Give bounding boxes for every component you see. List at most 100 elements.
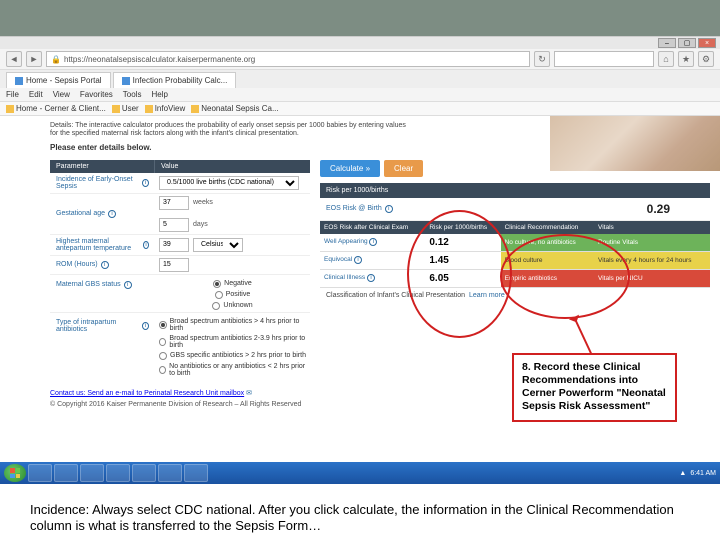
minimize-button[interactable]: – (658, 38, 676, 48)
tab-strip: Home - Sepsis Portal Infection Probabili… (0, 70, 720, 88)
row-rom: ROM (Hours)i (50, 256, 310, 275)
cell-recommendation: Blood culture (501, 251, 594, 269)
start-button[interactable] (4, 464, 26, 482)
risk-header: Risk per 1000/births (320, 183, 710, 198)
back-button[interactable]: ◄ (6, 51, 22, 67)
annotation-callout: 8. Record these Clinical Recommendations… (512, 353, 677, 422)
label-rom: ROM (Hours)i (50, 258, 155, 272)
link-icon (191, 105, 199, 113)
label-eos-risk: EOS Risk @ Birthi (320, 201, 460, 217)
taskbar-app-explorer[interactable] (54, 464, 78, 482)
clock-text: 6:41 AM (690, 470, 716, 477)
menu-favorites[interactable]: Favorites (80, 90, 113, 99)
close-button[interactable]: × (698, 38, 716, 48)
mail-icon: ✉ (246, 390, 252, 397)
input-rom[interactable] (159, 258, 189, 272)
info-icon[interactable]: i (101, 261, 109, 269)
bookmark-item[interactable]: User (112, 104, 139, 113)
taskbar-app-excel[interactable] (132, 464, 156, 482)
cell-exam-label: Well Appearing i (320, 234, 425, 252)
radio-gbs-negative[interactable]: Negative (213, 280, 252, 288)
radio-icon (159, 352, 167, 360)
system-tray[interactable]: ▲ 6:41 AM (679, 470, 716, 477)
form-header-value: Value (155, 160, 184, 173)
link-icon (112, 105, 120, 113)
callout-text: 8. Record these Clinical Recommendations… (522, 361, 666, 412)
menu-edit[interactable]: Edit (29, 90, 43, 99)
browser-chrome: – ▢ × ◄ ► 🔒 https://neonatalsepsiscalcul… (0, 36, 720, 116)
info-icon[interactable]: i (108, 210, 116, 218)
forward-button[interactable]: ► (26, 51, 42, 67)
info-icon[interactable]: i (367, 274, 375, 282)
folder-icon (6, 105, 14, 113)
table-row: Clinical Illness i6.05Empiric antibiotic… (320, 269, 710, 287)
content-columns: Parameter Value Incidence of Early-Onset… (0, 156, 720, 383)
calculate-button[interactable]: Calculate » (320, 160, 380, 177)
menu-tools[interactable]: Tools (123, 90, 142, 99)
radio-abx-broad-4[interactable]: Broad spectrum antibiotics > 4 hrs prior… (159, 318, 306, 332)
browser-search-input[interactable] (554, 51, 654, 67)
cell-recommendation: No culture, no antibiotics (501, 234, 594, 252)
row-eos-risk: EOS Risk @ Birthi 0.29 (320, 198, 710, 221)
taskbar-app-outlook[interactable] (80, 464, 104, 482)
info-icon[interactable]: i (142, 179, 149, 187)
intro-text: Details: The interactive calculator prod… (0, 116, 420, 141)
info-icon[interactable]: i (369, 238, 377, 246)
tab-home[interactable]: Home - Sepsis Portal (6, 72, 111, 88)
select-temp-unit[interactable]: Celsius (193, 238, 243, 252)
bookmark-item[interactable]: InfoView (145, 104, 186, 113)
radio-icon (213, 280, 221, 288)
learn-more-link[interactable]: Learn more (469, 292, 505, 299)
input-gest-weeks[interactable] (159, 196, 189, 210)
radio-gbs-unknown[interactable]: Unknown (212, 302, 252, 310)
menu-file[interactable]: File (6, 90, 19, 99)
value-eos-risk: 0.29 (460, 198, 710, 220)
link-icon (145, 105, 153, 113)
menu-view[interactable]: View (53, 90, 70, 99)
bookmark-label: Home - Cerner & Client... (16, 104, 106, 113)
address-input[interactable]: 🔒 https://neonatalsepsiscalculator.kaise… (46, 51, 530, 67)
info-icon[interactable]: i (142, 322, 149, 330)
info-icon[interactable]: i (354, 256, 362, 264)
tools-button[interactable]: ⚙ (698, 51, 714, 67)
info-icon[interactable]: i (124, 281, 132, 289)
select-incidence[interactable]: 0.5/1000 live births (CDC national) (159, 176, 299, 190)
taskbar-app-powerpoint[interactable] (158, 464, 182, 482)
input-temp[interactable] (159, 238, 189, 252)
label-incidence: Incidence of Early-Onset Sepsisi (50, 173, 155, 193)
input-gest-days[interactable] (159, 218, 189, 232)
unit-weeks: weeks (193, 199, 213, 206)
row-gbs: Maternal GBS statusi Negative Positive U… (50, 275, 310, 313)
home-button[interactable]: ⌂ (658, 51, 674, 67)
bookmark-label: User (122, 104, 139, 113)
contact-link[interactable]: Contact us: Send an e-mail to Perinatal … (50, 390, 244, 397)
favorites-button[interactable]: ★ (678, 51, 694, 67)
table-row: Equivocal i1.45Blood cultureVitals every… (320, 251, 710, 269)
taskbar-app-ie[interactable] (28, 464, 52, 482)
address-text: https://neonatalsepsiscalculator.kaiserp… (64, 55, 255, 64)
cell-risk: 6.05 (425, 269, 500, 287)
windows-taskbar: ▲ 6:41 AM (0, 462, 720, 484)
taskbar-app-word[interactable] (106, 464, 130, 482)
radio-abx-none[interactable]: No antibiotics or any antibiotics < 2 hr… (159, 363, 306, 377)
tab-calculator[interactable]: Infection Probability Calc... (113, 72, 237, 88)
radio-gbs-positive[interactable]: Positive (215, 291, 251, 299)
row-incidence: Incidence of Early-Onset Sepsisi 0.5/100… (50, 173, 310, 194)
radio-abx-broad-2[interactable]: Broad spectrum antibiotics 2-3.9 hrs pri… (159, 335, 306, 349)
taskbar-app-other[interactable] (184, 464, 208, 482)
reload-button[interactable]: ↻ (534, 51, 550, 67)
classification-row: Classification of Infant's Clinical Pres… (320, 288, 710, 303)
maximize-button[interactable]: ▢ (678, 38, 696, 48)
bookmark-item[interactable]: Home - Cerner & Client... (6, 104, 106, 113)
bookmark-item[interactable]: Neonatal Sepsis Ca... (191, 104, 278, 113)
label-gestational-age: Gestational agei (50, 207, 155, 221)
clear-button[interactable]: Clear (384, 160, 423, 177)
menu-help[interactable]: Help (151, 90, 167, 99)
table-row: Well Appearing i0.12No culture, no antib… (320, 234, 710, 252)
info-icon[interactable]: i (385, 205, 393, 213)
label-maternal-temp: Highest maternal antepartum temperaturei (50, 235, 155, 255)
cell-recommendation: Empiric antibiotics (501, 269, 594, 287)
th-exam: EOS Risk after Clinical Exam (320, 221, 425, 234)
radio-abx-gbs[interactable]: GBS specific antibiotics > 2 hrs prior t… (159, 352, 306, 360)
info-icon[interactable]: i (143, 241, 149, 249)
